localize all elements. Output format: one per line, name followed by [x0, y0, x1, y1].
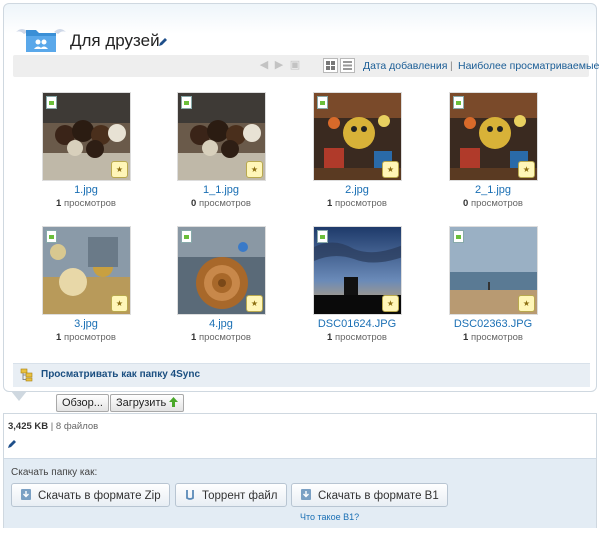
thumbnail[interactable]: ★ [449, 92, 538, 181]
torrent-file-label: Торрент файл [202, 490, 278, 502]
image-file-icon [453, 96, 464, 109]
share-badge-icon[interactable]: ★ [111, 295, 128, 312]
grid-view-icon[interactable] [323, 58, 338, 73]
share-badge-icon[interactable]: ★ [111, 161, 128, 178]
share-badge-icon[interactable]: ★ [518, 295, 535, 312]
share-badge-icon[interactable]: ★ [246, 161, 263, 178]
file-views: 1 просмотров [463, 332, 523, 343]
edit-description-pencil-icon[interactable] [7, 439, 17, 449]
torrent-icon [186, 490, 194, 500]
next-arrow-icon[interactable]: ▶ [273, 60, 285, 71]
share-badge-icon[interactable]: ★ [246, 295, 263, 312]
folder-size: 3,425 KB [8, 421, 49, 432]
folder-tree-icon [20, 368, 33, 382]
share-badge-icon[interactable]: ★ [382, 295, 399, 312]
sort-by-date-link[interactable]: Дата добавления [363, 60, 447, 72]
download-icon [21, 489, 31, 500]
file-name[interactable]: 2.jpg [307, 184, 407, 196]
folder-info: 3,425 KB | 8 файлов [8, 421, 98, 432]
folder-title: Для друзей [70, 31, 160, 50]
view-toolbar: ◀ ▶ ▣ Дата добавления | Наиболее просмат… [13, 55, 599, 77]
download-area: Скачать папку как: Скачать в формате Zip… [4, 458, 596, 528]
torrent-file-button[interactable]: Торрент файл [175, 483, 287, 507]
thumbnail[interactable]: ★ [177, 226, 266, 315]
image-file-icon [181, 230, 192, 243]
upload-button[interactable]: Загрузить [110, 394, 185, 412]
file-name[interactable]: DSC02363.JPG [443, 318, 543, 330]
file-views: 1 просмотров [191, 332, 251, 343]
file-name[interactable]: 2_1.jpg [443, 184, 543, 196]
download-icon [301, 489, 311, 500]
download-b1-label: Скачать в формате B1 [318, 490, 439, 502]
file-views: 1 просмотров [56, 198, 116, 209]
edit-title-pencil-icon[interactable] [158, 37, 168, 47]
thumbnail[interactable]: ★ [177, 92, 266, 181]
slideshow-icon[interactable]: ▣ [289, 60, 301, 71]
image-file-icon [46, 230, 57, 243]
image-file-icon [317, 230, 328, 243]
file-name[interactable]: 1.jpg [36, 184, 136, 196]
image-file-icon [317, 96, 328, 109]
thumbnail[interactable]: ★ [313, 92, 402, 181]
thumbnail[interactable]: ★ [313, 226, 402, 315]
view-as-4sync-folder-link[interactable]: Просматривать как папку 4Sync [41, 369, 200, 380]
file-name[interactable]: 3.jpg [36, 318, 136, 330]
folder-info-separator: | [50, 421, 54, 432]
file-views: 1 просмотров [56, 332, 116, 343]
file-name[interactable]: 4.jpg [171, 318, 271, 330]
image-file-icon [46, 96, 57, 109]
browse-button[interactable]: Обзор... [56, 394, 109, 412]
folder-info-panel: 3,425 KB | 8 файлов Скачать папку как: С… [3, 413, 597, 528]
download-zip-label: Скачать в формате Zip [38, 490, 161, 502]
folder-view-bar: Просматривать как папку 4Sync [13, 363, 590, 387]
list-view-icon[interactable] [340, 58, 355, 73]
panel-pointer [11, 391, 27, 401]
folder-panel: Для друзей ◀ ▶ ▣ Дата добавления | Наибо… [3, 3, 599, 392]
share-badge-icon[interactable]: ★ [518, 161, 535, 178]
image-file-icon [453, 230, 464, 243]
file-views: 1 просмотров [327, 332, 387, 343]
download-b1-button[interactable]: Скачать в формате B1 [291, 483, 448, 507]
thumbnail[interactable]: ★ [42, 92, 131, 181]
sort-by-views-link[interactable]: Наиболее просматриваемые [458, 60, 599, 72]
thumbnail[interactable]: ★ [42, 226, 131, 315]
previous-arrow-icon[interactable]: ◀ [258, 60, 270, 71]
shared-folder-icon [16, 29, 66, 52]
download-folder-label: Скачать папку как: [11, 467, 98, 478]
file-views: 0 просмотров [191, 198, 251, 209]
download-zip-button[interactable]: Скачать в формате Zip [11, 483, 170, 507]
file-views: 1 просмотров [327, 198, 387, 209]
upload-arrow-icon [169, 397, 179, 407]
file-views: 0 просмотров [463, 198, 523, 209]
upload-label: Загрузить [116, 397, 167, 409]
sort-separator: | [450, 60, 453, 72]
thumbnail[interactable]: ★ [449, 226, 538, 315]
file-name[interactable]: DSC01624.JPG [307, 318, 407, 330]
folder-file-count: 8 файлов [55, 421, 99, 432]
file-name[interactable]: 1_1.jpg [171, 184, 271, 196]
share-badge-icon[interactable]: ★ [382, 161, 399, 178]
image-file-icon [181, 96, 192, 109]
what-is-b1-link[interactable]: Что такое B1? [300, 512, 359, 522]
